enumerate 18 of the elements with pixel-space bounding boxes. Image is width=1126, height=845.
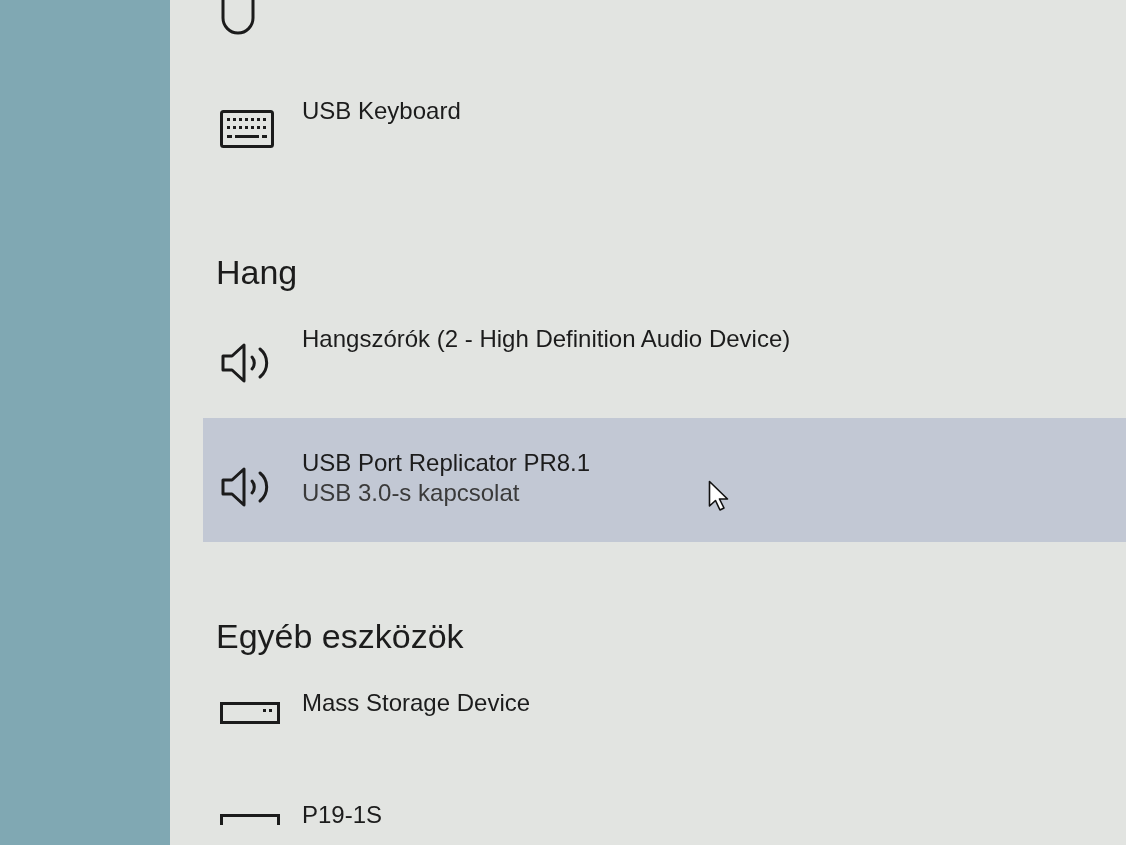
section-heading: Egyéb eszközök <box>215 616 465 657</box>
device-name: Mass Storage Device <box>302 688 531 718</box>
monitor-icon <box>220 814 280 825</box>
device-list-item[interactable]: USB Port Replicator PR8.1 USB 3.0-s kapcsolat <box>203 418 1126 542</box>
device-list-item[interactable]: USB Keyboard <box>203 66 1126 178</box>
cursor-icon <box>708 480 730 512</box>
device-name: USB Port Replicator PR8.1 <box>302 448 591 478</box>
device-name: P19-1S <box>302 800 383 830</box>
section-heading: Hang <box>215 252 299 293</box>
device-name: Hangszórók (2 - High Definition Audio Device) <box>302 324 791 354</box>
keyboard-icon <box>220 110 274 148</box>
device-list-item[interactable]: Hangszórók (2 - High Definition Audio Device) <box>203 294 1126 418</box>
device-status: USB 3.0-s kapcsolat <box>302 478 520 508</box>
device-list-item[interactable]: P19-1S <box>203 770 1126 845</box>
device-name: USB Keyboard <box>302 96 461 126</box>
device-list-item[interactable]: Mass Storage Device <box>203 658 1126 770</box>
drive-icon <box>220 702 280 724</box>
mouse-icon <box>220 0 256 36</box>
